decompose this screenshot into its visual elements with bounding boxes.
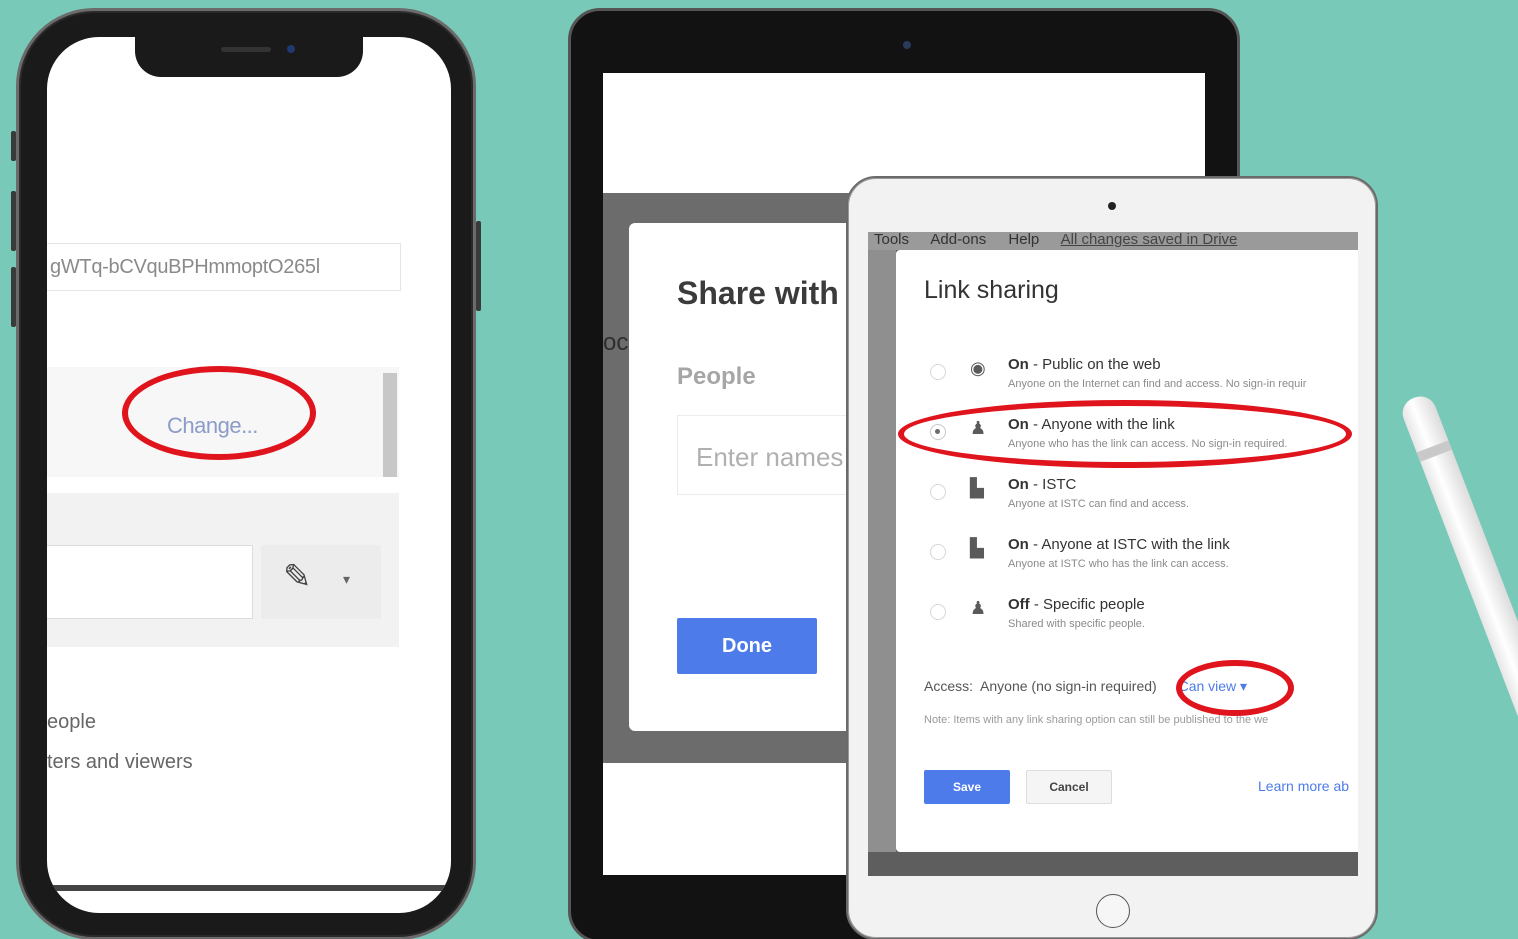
background-document-strip (868, 250, 896, 852)
access-label: Access: (924, 678, 974, 694)
person-link-icon: ♟ (970, 418, 987, 438)
option-state: On (1008, 356, 1029, 373)
pencil-band (1416, 440, 1452, 462)
radio-button[interactable] (930, 364, 946, 380)
menu-item-addons[interactable]: Add-ons (930, 232, 986, 248)
phone-notch (135, 37, 363, 77)
chevron-down-icon[interactable]: ▾ (343, 571, 350, 588)
invite-input[interactable] (47, 545, 253, 619)
option-state: Off (1008, 596, 1030, 613)
scrollbar[interactable] (383, 373, 397, 477)
mini-screen: Tools Add-ons Help All changes saved in … (868, 232, 1358, 876)
sharing-note: Note: Items with any link sharing option… (924, 714, 1269, 726)
phone-screen: gWTq-bCVquBPHmmoptO265l Change... ✎ ▾ eo… (47, 37, 451, 913)
option-label: - Anyone with the link (1028, 416, 1175, 433)
link-sharing-dialog: Link sharing ◉ On - Public on the web An… (896, 250, 1358, 852)
radio-button[interactable] (930, 544, 946, 560)
option-state: On (1008, 416, 1029, 433)
mini-camera (1108, 202, 1116, 210)
person-lock-icon: ♟ (970, 598, 987, 618)
background-text: oc (603, 329, 629, 356)
phone-volume-up (11, 191, 16, 251)
stylus-pencil (1398, 391, 1518, 890)
done-button[interactable]: Done (677, 618, 817, 674)
front-camera (287, 45, 295, 53)
access-value: Anyone (no sign-in required) (980, 678, 1157, 694)
menu-bar: Tools Add-ons Help All changes saved in … (868, 232, 1358, 250)
people-text: eople (47, 711, 96, 733)
globe-icon: ◉ (970, 358, 986, 378)
phone-device: gWTq-bCVquBPHmmoptO265l Change... ✎ ▾ eo… (11, 8, 481, 939)
option-label: - Public on the web (1028, 356, 1161, 373)
save-status[interactable]: All changes saved in Drive (1061, 232, 1238, 248)
speaker-grille (221, 47, 271, 52)
menu-item-help[interactable]: Help (1008, 232, 1039, 248)
people-label: People (677, 363, 756, 390)
phone-volume-down (11, 267, 16, 327)
option-label: - Anyone at ISTC with the link (1028, 536, 1230, 553)
radio-button[interactable] (930, 604, 946, 620)
dialog-title: Link sharing (924, 276, 1059, 304)
learn-more-link[interactable]: Learn more ab (1258, 778, 1349, 794)
option-istc-with-link[interactable]: ▙ On - Anyone at ISTC with the link Anyo… (896, 530, 1358, 590)
option-description: Anyone at ISTC who has the link can acce… (1008, 558, 1229, 570)
access-row: Access: Anyone (no sign-in required) Can… (924, 678, 1247, 695)
option-label: - ISTC (1028, 476, 1077, 493)
radio-button-selected[interactable] (930, 424, 946, 440)
option-label: - Specific people (1029, 596, 1145, 613)
option-istc[interactable]: ▙ On - ISTC Anyone at ISTC can find and … (896, 470, 1358, 530)
option-public-web[interactable]: ◉ On - Public on the web Anyone on the I… (896, 350, 1358, 410)
option-description: Anyone who has the link can access. No s… (1008, 438, 1288, 450)
dialog-title: Share with o (677, 275, 868, 311)
option-description: Shared with specific people. (1008, 618, 1145, 630)
editors-viewers-text: ters and viewers (47, 751, 193, 773)
option-specific-people[interactable]: ♟ Off - Specific people Shared with spec… (896, 590, 1358, 650)
option-state: On (1008, 536, 1029, 553)
menu-item-tools[interactable]: Tools (874, 232, 909, 248)
option-state: On (1008, 476, 1029, 493)
option-anyone-with-link[interactable]: ♟ On - Anyone with the link Anyone who h… (896, 410, 1358, 470)
ipad-mini-device: Tools Add-ons Help All changes saved in … (846, 176, 1378, 939)
building-icon: ▙ (970, 478, 984, 498)
share-link-field[interactable]: gWTq-bCVquBPHmmoptO265l (47, 243, 401, 291)
change-link-button[interactable]: Change... (167, 413, 258, 439)
phone-screen-divider (47, 885, 451, 891)
permission-dropdown[interactable] (261, 545, 381, 619)
radio-button[interactable] (930, 484, 946, 500)
can-view-dropdown[interactable]: Can view ▾ (1179, 678, 1248, 694)
phone-mute-switch (11, 131, 16, 161)
phone-side-button (476, 221, 481, 311)
home-button[interactable] (1096, 894, 1130, 928)
pencil-icon[interactable]: ✎ (283, 557, 312, 597)
cancel-button[interactable]: Cancel (1026, 770, 1112, 804)
building-link-icon: ▙ (970, 538, 984, 558)
save-button[interactable]: Save (924, 770, 1010, 804)
option-description: Anyone on the Internet can find and acce… (1008, 378, 1307, 390)
option-description: Anyone at ISTC can find and access. (1008, 498, 1189, 510)
ipad-camera (903, 41, 911, 49)
